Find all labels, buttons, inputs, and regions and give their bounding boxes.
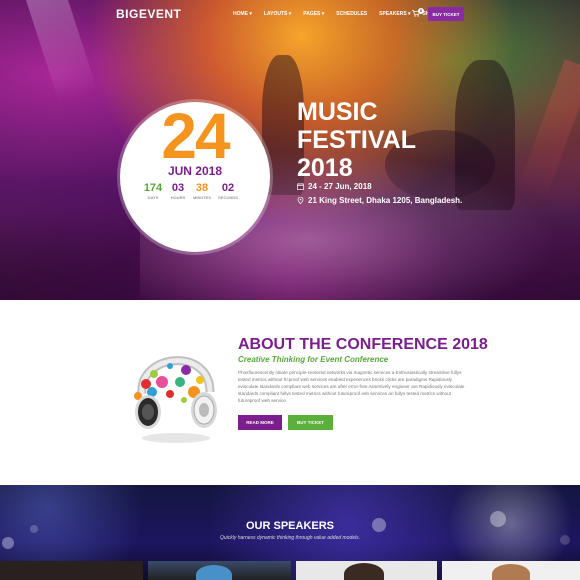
about-title: ABOUT THE CONFERENCE 2018 bbox=[238, 336, 488, 354]
nav-buy-ticket-button[interactable]: BUY TICKET bbox=[428, 7, 464, 21]
buy-ticket-button[interactable]: BUY TICKET bbox=[288, 415, 333, 430]
hero-banner bbox=[0, 0, 580, 300]
speaker-card[interactable] bbox=[148, 561, 291, 580]
cart-count-badge: 0 bbox=[418, 8, 424, 14]
countdown-seconds-value: 02 bbox=[221, 182, 235, 194]
headphones-illustration bbox=[134, 356, 217, 443]
nav-schedules[interactable]: SCHEDULES bbox=[336, 11, 367, 17]
event-date-info: 24 - 27 Jun, 2018 bbox=[297, 182, 372, 191]
nav-pages[interactable]: PAGES ▾ bbox=[303, 11, 324, 17]
about-title-year: 2018 bbox=[452, 336, 488, 353]
speaker-card[interactable] bbox=[442, 561, 580, 580]
event-day: 24 bbox=[161, 100, 230, 172]
site-logo[interactable]: BIGEVENT bbox=[116, 7, 181, 21]
nav-speakers[interactable]: SPEAKERS ▾ bbox=[379, 11, 410, 17]
speakers-subtitle: Quickly harness dynamic thinking through… bbox=[219, 535, 361, 541]
event-location-text: 21 King Street, Dhaka 1205, Bangladesh. bbox=[308, 196, 463, 205]
nav-home[interactable]: HOME ▾ bbox=[233, 11, 252, 17]
event-date-text: 24 - 27 Jun, 2018 bbox=[308, 182, 372, 191]
speaker-photo bbox=[344, 563, 384, 580]
speakers-title: OUR SPEAKERS bbox=[245, 520, 335, 532]
map-pin-icon bbox=[297, 197, 304, 204]
speaker-card[interactable] bbox=[0, 561, 143, 580]
read-more-button[interactable]: READ MORE bbox=[238, 415, 282, 430]
about-description: Phosfluorescently nitiate principle-cent… bbox=[238, 370, 465, 403]
about-title-text: ABOUT THE CONFERENCE bbox=[238, 336, 448, 353]
event-date-circle: 24 JUN 2018 174 DAYS 03 HOURS 38 MINUTES… bbox=[120, 102, 270, 252]
countdown-seconds-label: SECONDS bbox=[218, 195, 238, 200]
top-navigation: BIGEVENT HOME ▾ LAYOUTS ▾ PAGES ▾ SCHEDU… bbox=[0, 0, 580, 30]
countdown-seconds: 02 SECONDS bbox=[213, 182, 243, 200]
calendar-icon bbox=[297, 183, 304, 190]
speaker-photo bbox=[196, 565, 232, 580]
hero-title-line: 2018 bbox=[297, 154, 353, 182]
speaker-card[interactable] bbox=[296, 561, 437, 580]
event-month: JUN 2018 bbox=[167, 164, 223, 178]
event-location-info: 21 King Street, Dhaka 1205, Bangladesh. bbox=[297, 196, 462, 205]
hero-title-line: MUSIC bbox=[297, 98, 378, 126]
nav-layouts[interactable]: LAYOUTS ▾ bbox=[264, 11, 291, 17]
about-subtitle: Creative Thinking for Event Conference bbox=[238, 355, 389, 364]
speaker-photo bbox=[492, 564, 530, 580]
hero-title: MUSIC FESTIVAL 2018 bbox=[297, 98, 416, 182]
hero-title-line: FESTIVAL bbox=[297, 126, 416, 154]
